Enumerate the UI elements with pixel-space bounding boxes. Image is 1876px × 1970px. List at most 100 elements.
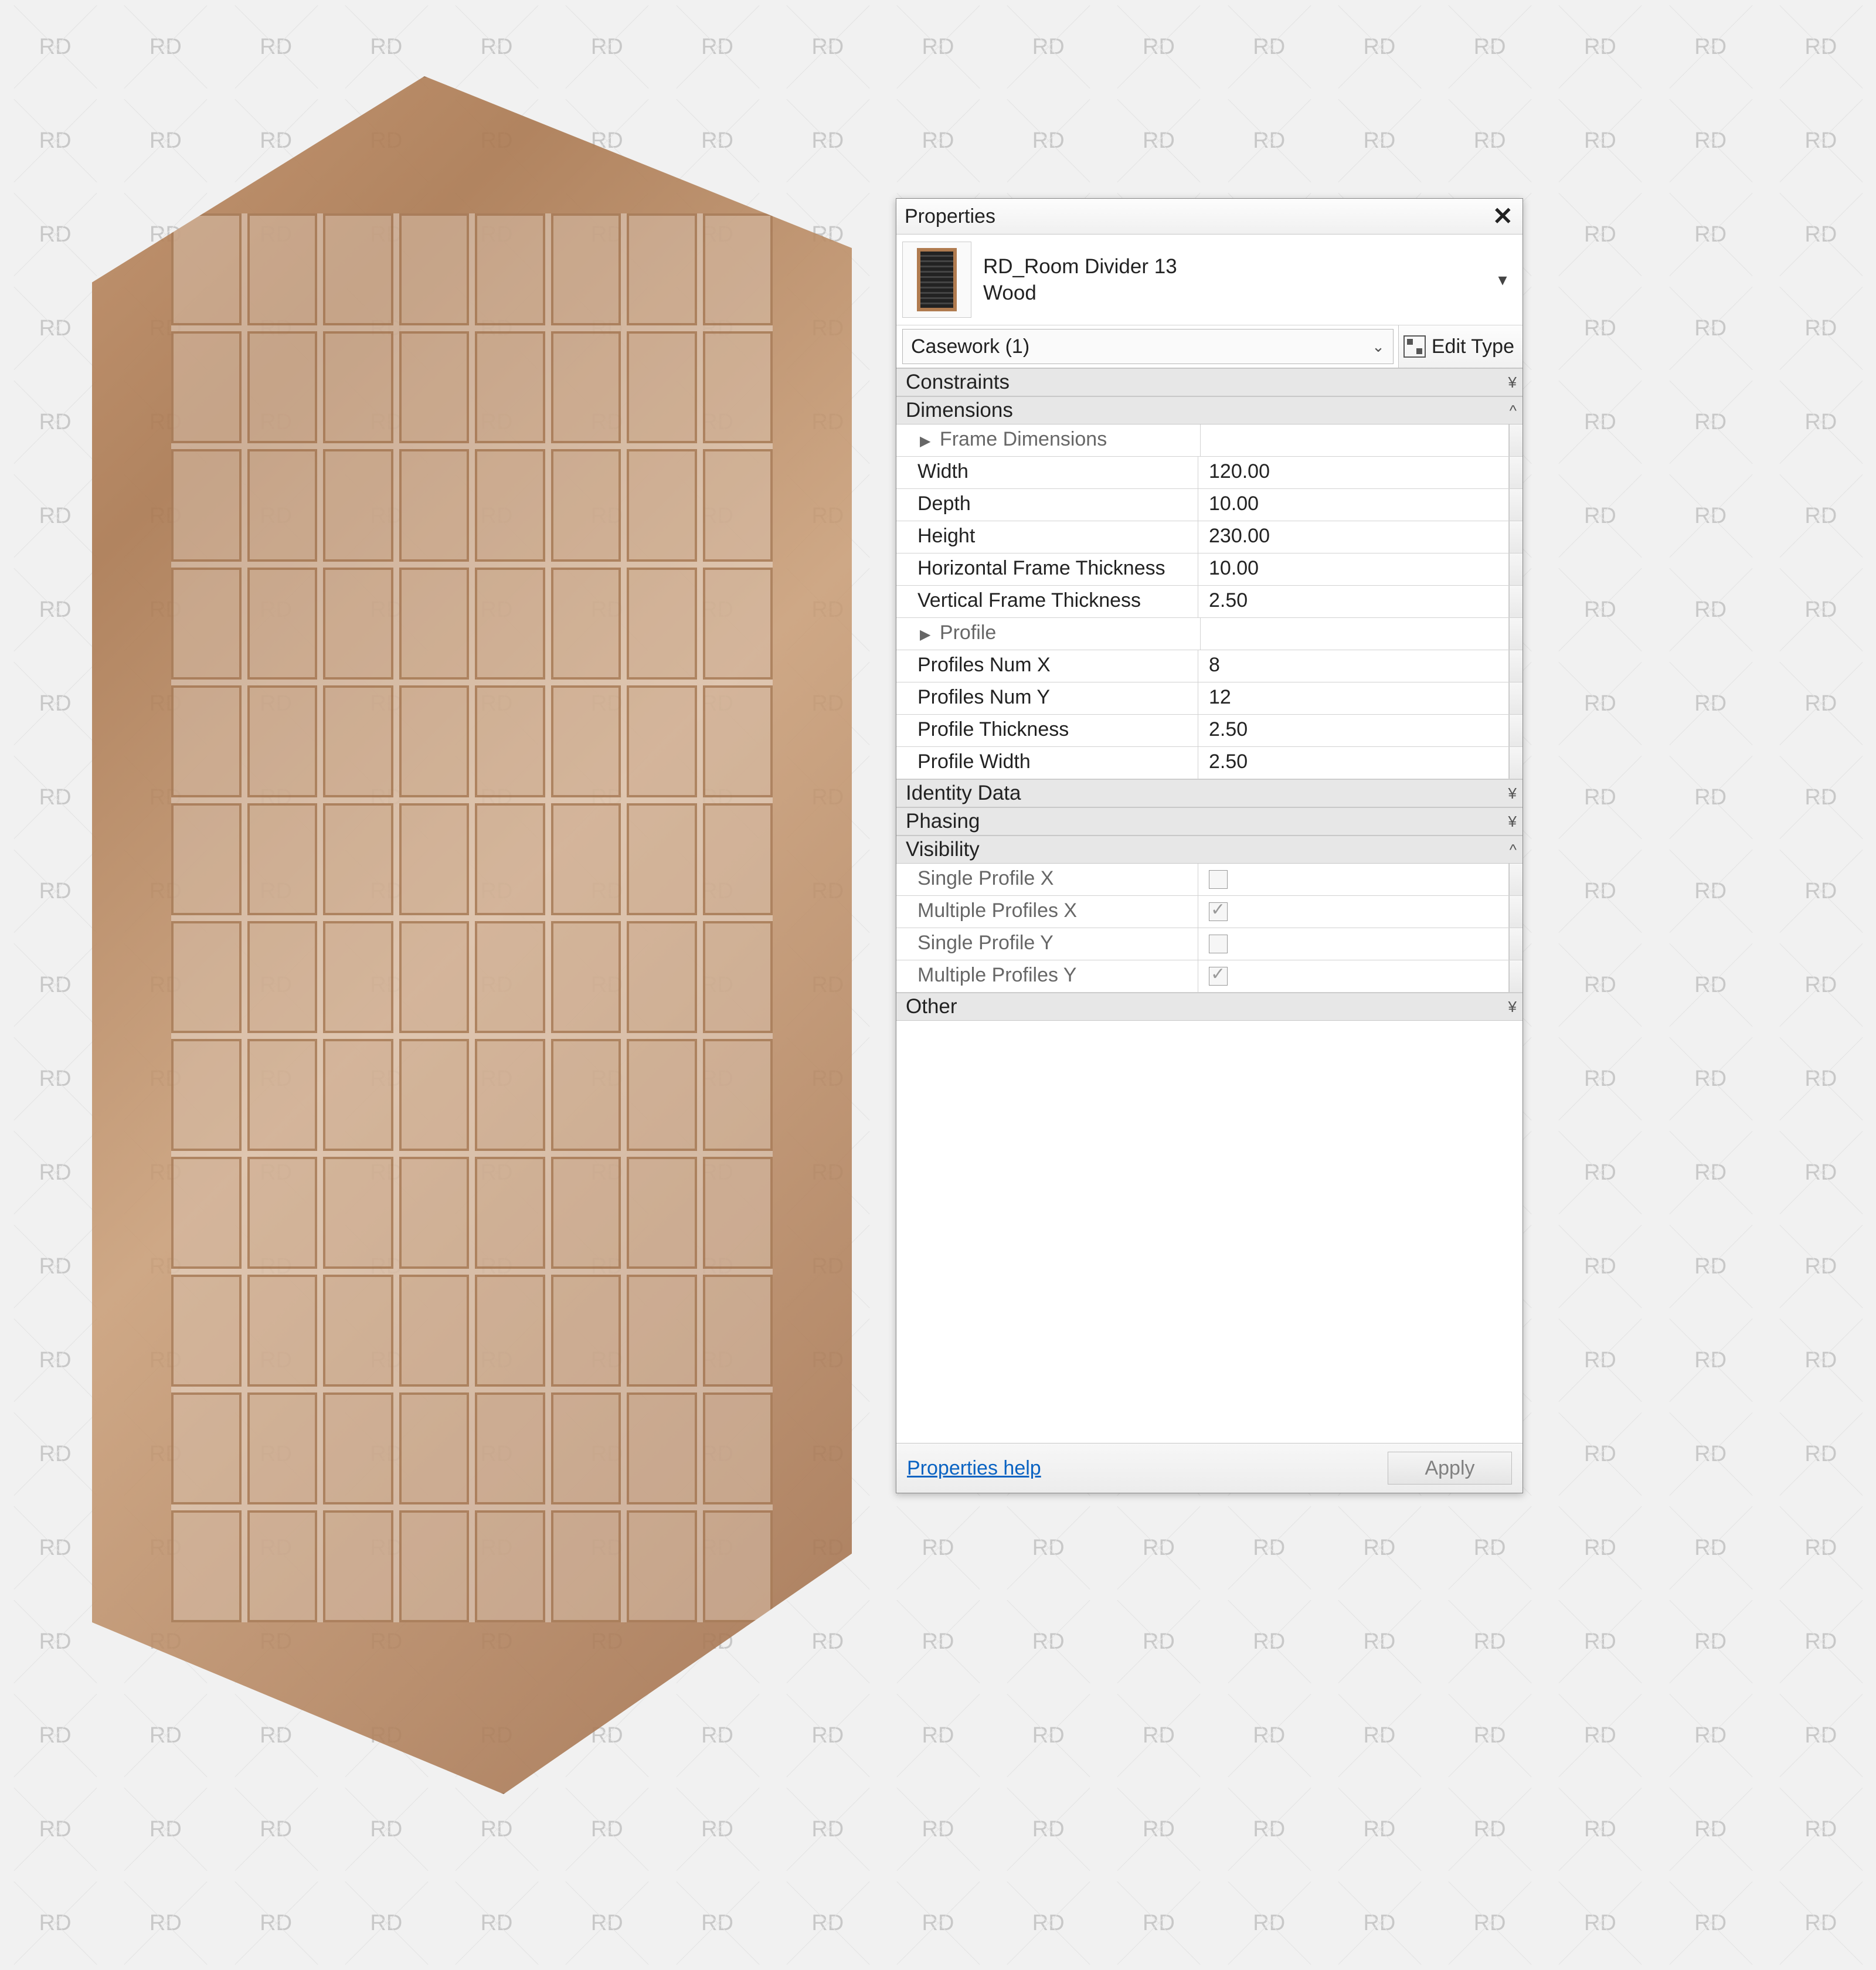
properties-panel: Properties ✕ RD_Room Divider 13 Wood ▾ C…	[896, 198, 1523, 1493]
checkbox-cell[interactable]	[1198, 896, 1509, 928]
edit-type-button[interactable]: Edit Type	[1398, 325, 1522, 368]
checkbox-cell[interactable]	[1198, 960, 1509, 992]
prop-button[interactable]	[1509, 682, 1522, 714]
collapse-icon: ^	[1510, 402, 1514, 420]
row-depth[interactable]: Depth 10.00	[896, 489, 1522, 521]
prop-button[interactable]	[1509, 715, 1522, 746]
row-single-profile-x[interactable]: Single Profile X	[896, 864, 1522, 896]
prop-button[interactable]	[1509, 489, 1522, 521]
row-height[interactable]: Height 230.00	[896, 521, 1522, 553]
row-single-profile-y[interactable]: Single Profile Y	[896, 928, 1522, 960]
category-label: Casework (1)	[911, 335, 1029, 358]
row-profiles-num-x[interactable]: Profiles Num X 8	[896, 650, 1522, 682]
checkbox[interactable]	[1209, 870, 1228, 889]
thumbnail-graphic	[917, 248, 957, 311]
section-dimensions[interactable]: Dimensions ^	[896, 396, 1522, 424]
apply-button[interactable]: Apply	[1388, 1452, 1512, 1485]
section-identity-data[interactable]: Identity Data ¥	[896, 779, 1522, 807]
prop-value[interactable]	[1201, 618, 1509, 650]
prop-button[interactable]	[1509, 960, 1522, 992]
model-lattice	[171, 213, 773, 1622]
prop-label: Multiple Profiles Y	[896, 960, 1198, 992]
prop-button[interactable]	[1509, 650, 1522, 682]
row-multiple-profiles-y[interactable]: Multiple Profiles Y	[896, 960, 1522, 993]
chevron-down-icon[interactable]: ▾	[1492, 270, 1513, 290]
checkbox-cell[interactable]	[1198, 864, 1509, 895]
expand-icon: ¥	[1508, 813, 1514, 831]
panel-titlebar[interactable]: Properties ✕	[896, 199, 1522, 235]
checkbox[interactable]	[1209, 902, 1228, 921]
section-constraints[interactable]: Constraints ¥	[896, 368, 1522, 396]
panel-empty-area	[896, 1021, 1522, 1443]
checkbox[interactable]	[1209, 935, 1228, 953]
prop-value[interactable]: 2.50	[1198, 715, 1509, 746]
family-selector[interactable]: RD_Room Divider 13 Wood ▾	[896, 235, 1522, 325]
close-icon[interactable]: ✕	[1488, 204, 1518, 229]
prop-label: Width	[896, 457, 1198, 488]
prop-label: Single Profile Y	[896, 928, 1198, 960]
model-3d-view[interactable]	[76, 76, 868, 1794]
row-profiles-num-y[interactable]: Profiles Num Y 12	[896, 682, 1522, 715]
prop-button[interactable]	[1509, 747, 1522, 779]
category-row: Casework (1) ⌄ Edit Type	[896, 325, 1522, 368]
section-label: Other	[906, 995, 957, 1018]
prop-value[interactable]	[1201, 424, 1509, 456]
row-v-frame-thickness[interactable]: Vertical Frame Thickness 2.50	[896, 586, 1522, 618]
family-name: RD_Room Divider 13	[983, 253, 1492, 280]
expand-icon: ¥	[1508, 998, 1514, 1016]
prop-button[interactable]	[1509, 457, 1522, 488]
expand-icon: ¥	[1508, 784, 1514, 803]
prop-label: Profiles Num Y	[896, 682, 1198, 714]
prop-value[interactable]: 12	[1198, 682, 1509, 714]
prop-label: Profile Width	[896, 747, 1198, 779]
prop-value[interactable]: 10.00	[1198, 489, 1509, 521]
chevron-down-icon: ⌄	[1372, 338, 1385, 356]
row-profile-width[interactable]: Profile Width 2.50	[896, 747, 1522, 779]
section-label: Dimensions	[906, 399, 1013, 422]
prop-label: Vertical Frame Thickness	[896, 586, 1198, 617]
section-label: Constraints	[906, 371, 1010, 394]
prop-button[interactable]	[1509, 521, 1522, 553]
prop-label: ▶ Profile	[896, 618, 1201, 650]
prop-label: Profiles Num X	[896, 650, 1198, 682]
prop-button[interactable]	[1509, 864, 1522, 895]
prop-label: Single Profile X	[896, 864, 1198, 895]
prop-button[interactable]	[1509, 553, 1522, 585]
prop-value[interactable]: 230.00	[1198, 521, 1509, 553]
section-other[interactable]: Other ¥	[896, 993, 1522, 1021]
checkbox-cell[interactable]	[1198, 928, 1509, 960]
prop-value[interactable]: 120.00	[1198, 457, 1509, 488]
family-thumbnail	[902, 242, 971, 318]
row-multiple-profiles-x[interactable]: Multiple Profiles X	[896, 896, 1522, 928]
checkbox[interactable]	[1209, 967, 1228, 986]
triangle-right-icon: ▶	[920, 433, 934, 450]
row-profile-thickness[interactable]: Profile Thickness 2.50	[896, 715, 1522, 747]
prop-label: Profile Thickness	[896, 715, 1198, 746]
expand-icon: ¥	[1508, 373, 1514, 392]
section-visibility[interactable]: Visibility ^	[896, 835, 1522, 864]
prop-value[interactable]: 10.00	[1198, 553, 1509, 585]
category-select[interactable]: Casework (1) ⌄	[902, 329, 1394, 364]
row-profile[interactable]: ▶ Profile	[896, 618, 1522, 650]
family-type: Wood	[983, 280, 1492, 307]
edit-type-label: Edit Type	[1432, 335, 1514, 358]
prop-button[interactable]	[1509, 618, 1522, 650]
prop-label: Horizontal Frame Thickness	[896, 553, 1198, 585]
section-phasing[interactable]: Phasing ¥	[896, 807, 1522, 835]
prop-label: Multiple Profiles X	[896, 896, 1198, 928]
prop-value[interactable]: 8	[1198, 650, 1509, 682]
row-h-frame-thickness[interactable]: Horizontal Frame Thickness 10.00	[896, 553, 1522, 586]
prop-label: Height	[896, 521, 1198, 553]
prop-value[interactable]: 2.50	[1198, 586, 1509, 617]
prop-value[interactable]: 2.50	[1198, 747, 1509, 779]
prop-button[interactable]	[1509, 896, 1522, 928]
triangle-right-icon: ▶	[920, 626, 934, 643]
prop-button[interactable]	[1509, 424, 1522, 456]
section-label: Identity Data	[906, 782, 1021, 805]
section-label: Phasing	[906, 810, 980, 833]
prop-button[interactable]	[1509, 928, 1522, 960]
row-frame-dimensions[interactable]: ▶ Frame Dimensions	[896, 424, 1522, 457]
prop-button[interactable]	[1509, 586, 1522, 617]
properties-help-link[interactable]: Properties help	[907, 1457, 1041, 1480]
row-width[interactable]: Width 120.00	[896, 457, 1522, 489]
